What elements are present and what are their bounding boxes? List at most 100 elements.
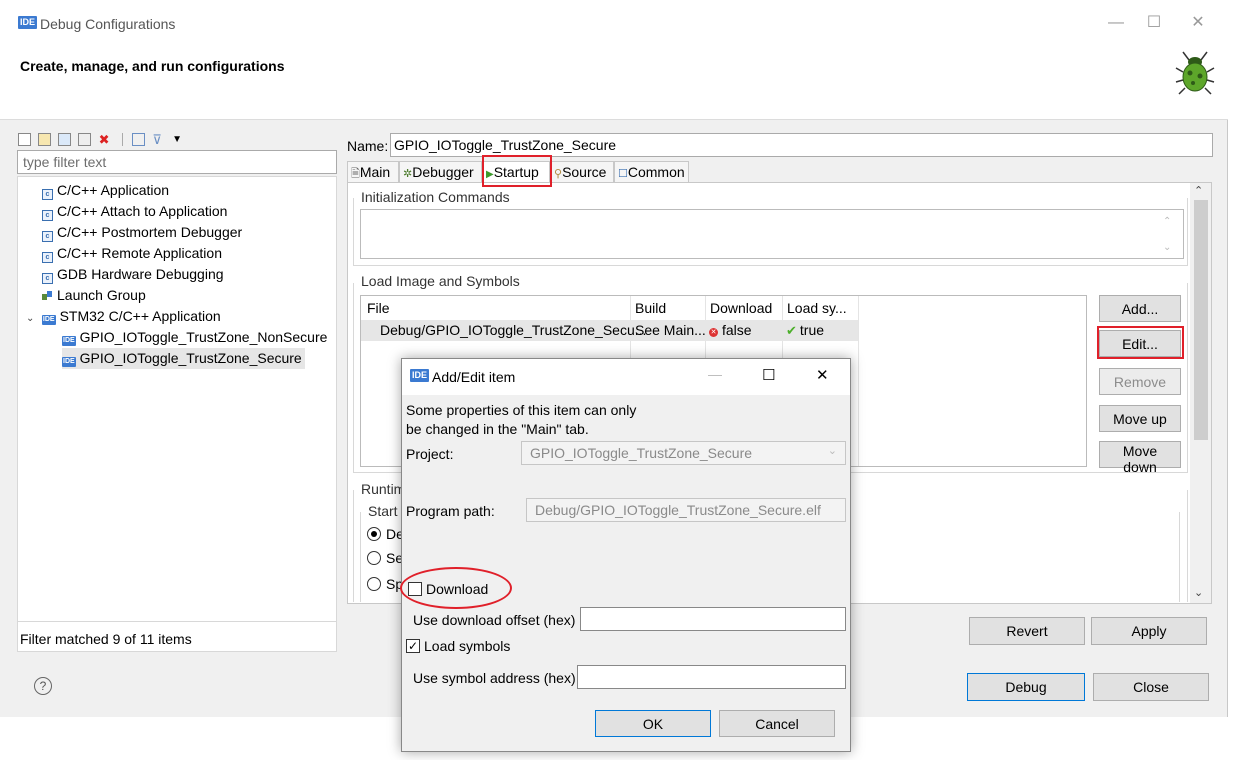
toolbar-separator — [122, 132, 124, 146]
c-config-icon: c — [42, 189, 53, 200]
tree-item-stm32-application[interactable]: ⌄ IDE STM32 C/C++ Application — [26, 306, 221, 327]
tree-item-gdb-hardware[interactable]: c GDB Hardware Debugging — [42, 264, 224, 285]
c-config-icon: c — [42, 273, 53, 284]
debug-button[interactable]: Debug — [967, 673, 1085, 701]
tree-item-c-postmortem[interactable]: c C/C++ Postmortem Debugger — [42, 222, 242, 243]
maximize-button[interactable]: ☐ — [1134, 10, 1174, 36]
dialog-header — [0, 44, 1228, 120]
ok-button[interactable]: OK — [595, 710, 711, 737]
radio-set-start[interactable] — [367, 551, 381, 565]
column-header-file[interactable]: File — [367, 300, 390, 316]
main-tab-icon: 🗎 — [351, 168, 360, 180]
revert-button[interactable]: Revert — [969, 617, 1085, 645]
debugger-tab-icon: ✲ — [403, 168, 413, 180]
dialog-info-line-2: be changed in the "Main" tab. — [406, 421, 589, 437]
chevron-down-icon[interactable]: ⌄ — [26, 308, 38, 329]
delete-icon[interactable]: ✖ — [98, 133, 111, 146]
name-label: Name: — [347, 138, 389, 154]
view-menu-icon[interactable]: ▼ — [172, 133, 185, 146]
tree-item-secure-config[interactable]: IDE GPIO_IOToggle_TrustZone_Secure — [62, 348, 305, 369]
symbol-address-input[interactable] — [577, 665, 846, 689]
new-config-icon[interactable] — [18, 132, 31, 146]
apply-button[interactable]: Apply — [1091, 617, 1207, 645]
ide-app-icon: IDE — [18, 16, 38, 29]
ide-app-icon: IDE — [410, 369, 430, 382]
move-up-button[interactable]: Move up — [1099, 405, 1181, 432]
scroll-down-icon[interactable]: ⌄ — [1194, 586, 1203, 599]
column-header-build[interactable]: Build — [635, 300, 666, 316]
remove-button[interactable]: Remove — [1099, 368, 1181, 395]
window-title: Debug Configurations — [40, 16, 176, 32]
move-down-button[interactable]: Move down — [1099, 441, 1181, 475]
config-name-input[interactable] — [390, 133, 1213, 157]
radio-default-start[interactable] — [367, 527, 381, 541]
symbol-address-label: Use symbol address (hex) — [413, 670, 576, 686]
config-toolbar: ✖ ⊽ ▼ — [18, 130, 188, 150]
collapse-all-icon[interactable] — [132, 132, 146, 146]
tree-item-c-application[interactable]: c C/C++ Application — [42, 180, 169, 201]
close-button[interactable]: Close — [1093, 673, 1209, 701]
c-config-icon: c — [42, 231, 53, 242]
cancel-button[interactable]: Cancel — [719, 710, 835, 737]
tree-item-launch-group[interactable]: Launch Group — [42, 285, 146, 306]
common-tab-icon: ☐ — [618, 168, 628, 180]
cell-load-symbols: ✔ true — [786, 322, 825, 338]
column-header-download[interactable]: Download — [710, 300, 772, 316]
duplicate-icon[interactable] — [77, 132, 91, 146]
dialog-minimize-button[interactable]: — — [708, 366, 722, 382]
config-tree: c C/C++ Application c C/C++ Attach to Appl… — [17, 176, 337, 622]
init-commands-textarea[interactable] — [360, 209, 1184, 259]
load-symbols-checkbox[interactable]: ✓ — [406, 639, 420, 653]
column-divider — [858, 296, 859, 466]
startup-tab-highlight — [482, 155, 552, 187]
cell-download: ✕ false — [709, 322, 752, 338]
launch-group-icon — [42, 286, 53, 300]
project-label: Project: — [406, 446, 454, 462]
close-window-button[interactable]: ✕ — [1178, 10, 1218, 36]
edit-button-highlight — [1097, 326, 1184, 359]
download-offset-input[interactable] — [580, 607, 846, 631]
new-prototype-icon[interactable] — [37, 132, 51, 146]
add-button[interactable]: Add... — [1099, 295, 1181, 322]
ide-icon: IDE — [62, 357, 76, 367]
page-title: Create, manage, and run configurations — [20, 58, 285, 74]
minimize-button[interactable]: — — [1096, 10, 1136, 36]
ide-icon: IDE — [41, 315, 56, 325]
load-symbols-label: Load symbols — [424, 638, 511, 654]
scroll-thumb[interactable] — [1194, 200, 1208, 440]
project-select: GPIO_IOToggle_TrustZone_Secure ⌄ — [521, 441, 846, 465]
cell-build: See Main... — [635, 322, 706, 338]
c-config-icon: c — [42, 252, 53, 263]
textarea-scroll-up-icon[interactable]: ⌃ — [1163, 216, 1171, 227]
tree-item-c-remote[interactable]: c C/C++ Remote Application — [42, 243, 222, 264]
dialog-title: Add/Edit item — [432, 369, 516, 385]
dialog-info-line-1: Some properties of this item can only — [406, 402, 637, 418]
scroll-up-icon[interactable]: ⌃ — [1194, 184, 1203, 197]
dialog-maximize-button[interactable]: ☐ — [762, 366, 775, 384]
dialog-close-button[interactable]: ✕ — [816, 366, 829, 384]
column-header-load-symbols[interactable]: Load sy... — [787, 300, 847, 316]
filter-icon[interactable]: ⊽ — [152, 133, 165, 146]
export-icon[interactable] — [57, 132, 71, 146]
c-config-icon: c — [42, 210, 53, 221]
window-titlebar — [0, 0, 1228, 44]
download-offset-label: Use download offset (hex) — [413, 612, 576, 628]
tab-debugger[interactable]: ✲Debugger — [399, 161, 482, 183]
tree-item-nonsecure-config[interactable]: IDE GPIO_IOToggle_TrustZone_NonSecure — [62, 327, 327, 348]
program-path-field: Debug/GPIO_IOToggle_TrustZone_Secure.elf — [526, 498, 846, 522]
textarea-scroll-down-icon[interactable]: ⌄ — [1163, 242, 1171, 253]
debug-bug-icon — [1175, 51, 1215, 95]
download-checkbox-highlight — [400, 567, 512, 609]
tab-source[interactable]: ⚲Source — [550, 161, 614, 183]
source-tab-icon: ⚲ — [554, 168, 563, 180]
tab-main[interactable]: 🗎Main — [347, 161, 399, 183]
tree-item-c-attach[interactable]: c C/C++ Attach to Application — [42, 201, 227, 222]
cell-file: Debug/GPIO_IOToggle_TrustZone_Secu... — [380, 322, 647, 338]
tab-common[interactable]: ☐Common — [614, 161, 689, 183]
radio-specify-start[interactable] — [367, 577, 381, 591]
error-x-icon: ✕ — [709, 328, 718, 337]
chevron-down-icon: ⌄ — [827, 445, 837, 457]
help-icon[interactable]: ? — [34, 677, 52, 695]
filter-status: Filter matched 9 of 11 items — [20, 631, 192, 647]
filter-input[interactable] — [17, 150, 337, 174]
